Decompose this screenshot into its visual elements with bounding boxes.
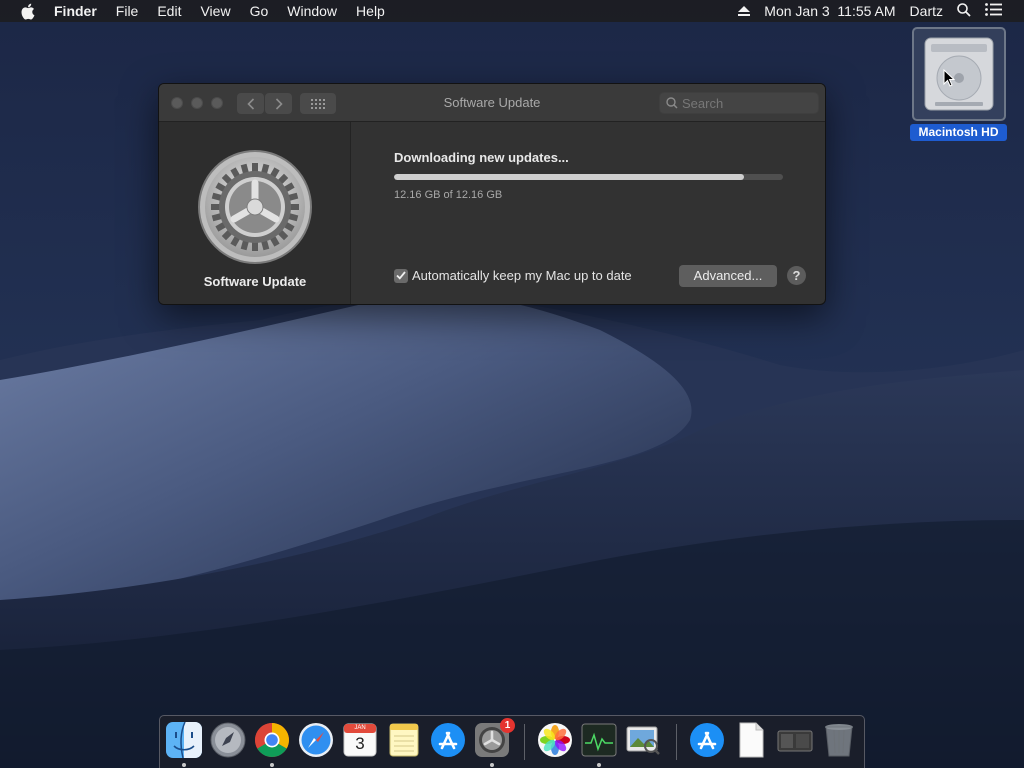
clock[interactable]: Mon Jan 3 11:55 AM xyxy=(764,3,895,19)
dock-safari[interactable] xyxy=(297,721,335,761)
menu-bar: Finder File Edit View Go Window Help Mon… xyxy=(0,0,1024,22)
dock-finder[interactable] xyxy=(165,721,203,761)
dock-document[interactable] xyxy=(732,721,770,761)
trash-icon xyxy=(825,724,853,757)
window-titlebar[interactable]: Software Update xyxy=(159,84,825,122)
running-indicator xyxy=(182,763,186,767)
dock-preview[interactable] xyxy=(624,721,662,761)
sidebar-title: Software Update xyxy=(203,274,307,289)
dock-separator xyxy=(676,724,677,760)
spotlight-search-icon[interactable] xyxy=(957,2,971,20)
help-button[interactable]: ? xyxy=(787,266,806,285)
auto-update-label[interactable]: Automatically keep my Mac up to date xyxy=(412,268,632,283)
menu-file[interactable]: File xyxy=(116,3,139,19)
software-update-window: Software Update Search Software Update D… xyxy=(158,83,826,305)
download-progress-fill xyxy=(394,174,745,180)
macintosh-hd-icon[interactable] xyxy=(912,27,1006,121)
disk-image-icon xyxy=(777,730,813,752)
calendar-day: 3 xyxy=(355,734,365,753)
running-indicator xyxy=(490,763,494,767)
dock-calendar[interactable]: JAN 3 xyxy=(341,721,379,761)
download-status: Downloading new updates... xyxy=(394,150,569,165)
dock-trash[interactable] xyxy=(820,721,858,761)
dock-notes[interactable] xyxy=(385,721,423,761)
dock: JAN 3 1 xyxy=(159,715,865,768)
advanced-button[interactable]: Advanced... xyxy=(679,265,777,287)
checkmark-icon xyxy=(396,271,406,280)
dock-chrome[interactable] xyxy=(253,721,291,761)
search-icon xyxy=(666,97,678,109)
sidebar-pane: Software Update xyxy=(159,122,351,304)
dock-activity-monitor[interactable] xyxy=(580,721,618,761)
dock-launchpad[interactable] xyxy=(209,721,247,761)
app-store-icon xyxy=(431,723,465,757)
menu-help[interactable]: Help xyxy=(356,3,385,19)
download-size: 12.16 GB of 12.16 GB xyxy=(394,189,503,201)
search-field[interactable] xyxy=(659,92,819,114)
auto-update-checkbox[interactable] xyxy=(394,268,408,283)
dock-app-store[interactable] xyxy=(429,721,467,761)
chrome-icon xyxy=(255,723,289,757)
system-gear-icon xyxy=(198,150,312,264)
running-indicator xyxy=(270,763,274,767)
activity-monitor-icon xyxy=(581,723,617,757)
dock-system-preferences[interactable]: 1 xyxy=(473,718,515,761)
running-indicator xyxy=(597,763,601,767)
apple-menu-icon[interactable] xyxy=(17,1,37,21)
download-progress-bar xyxy=(394,174,783,180)
search-input[interactable] xyxy=(682,95,802,111)
macintosh-hd-label[interactable]: Macintosh HD xyxy=(910,124,1007,141)
dock-app-store-downloads[interactable] xyxy=(688,721,726,761)
photos-icon xyxy=(538,723,572,757)
app-store-downloads-icon xyxy=(690,723,724,757)
safari-icon xyxy=(299,723,333,757)
menu-window[interactable]: Window xyxy=(287,3,337,19)
eject-icon[interactable] xyxy=(738,3,751,19)
preview-icon xyxy=(626,726,660,755)
user-menu[interactable]: Dartz xyxy=(910,3,943,19)
mouse-cursor-icon xyxy=(943,69,955,87)
document-icon xyxy=(739,722,764,758)
calendar-month: JAN xyxy=(354,725,366,731)
dock-disk-image[interactable] xyxy=(776,721,814,761)
menu-view[interactable]: View xyxy=(200,3,230,19)
menu-edit[interactable]: Edit xyxy=(157,3,181,19)
dock-separator xyxy=(524,724,525,760)
notification-center-icon[interactable] xyxy=(985,3,1002,19)
notification-badge: 1 xyxy=(500,718,515,733)
dock-photos[interactable] xyxy=(536,721,574,761)
auto-update-row[interactable]: Automatically keep my Mac up to date xyxy=(394,268,632,283)
launchpad-icon xyxy=(210,722,246,758)
menu-go[interactable]: Go xyxy=(250,3,269,19)
notes-icon xyxy=(389,723,419,757)
finder-icon xyxy=(166,721,202,759)
menu-finder[interactable]: Finder xyxy=(54,3,97,19)
